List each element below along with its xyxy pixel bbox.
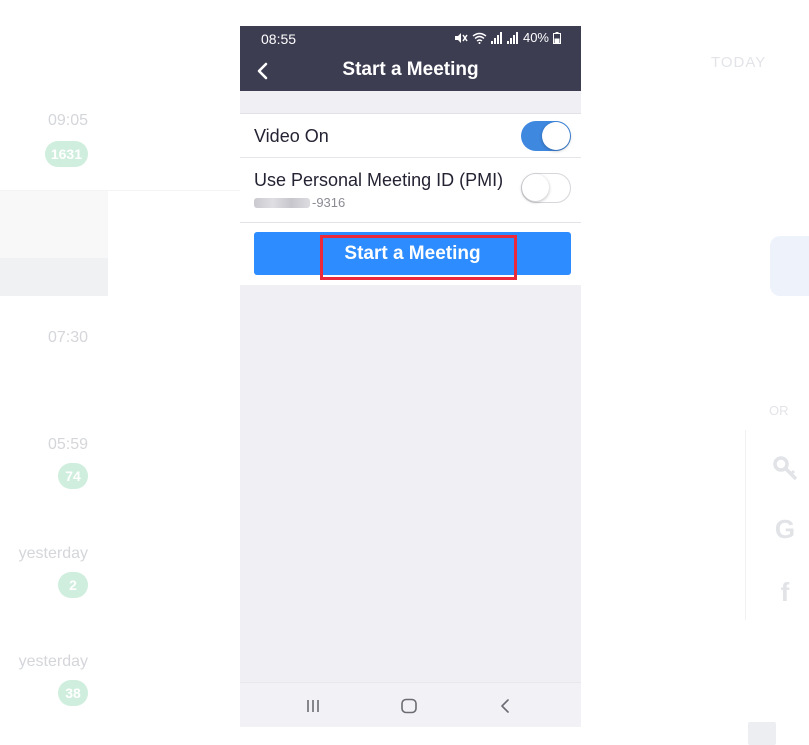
- signal-icon: [490, 31, 502, 44]
- nav-back-button[interactable]: [490, 691, 520, 721]
- recent-apps-button[interactable]: [298, 691, 328, 721]
- mute-icon: [454, 32, 468, 43]
- status-time: 08:55: [261, 31, 297, 47]
- video-on-row: Video On: [240, 114, 581, 158]
- today-label: TODAY: [711, 54, 767, 71]
- battery-icon: [553, 31, 561, 44]
- background-highlight-strip: [0, 258, 108, 296]
- page-title: Start a Meeting: [342, 59, 479, 80]
- background-right-panel: TODAY OR G f: [581, 0, 809, 745]
- toggle-knob: [542, 122, 570, 150]
- app-header: 08:55 40% Start a Meeting: [240, 26, 581, 91]
- chat-time: 05:59: [47, 436, 88, 453]
- android-nav-bar: [240, 682, 581, 727]
- start-meeting-label: Start a Meeting: [344, 243, 481, 264]
- recent-apps-icon: [307, 700, 319, 712]
- background-chat-list: 09:05 1631 07:30 05:59 74 yesterday 2 ye…: [0, 0, 240, 745]
- chat-unread-badge: 38: [58, 680, 88, 706]
- redacted-id: [254, 197, 310, 208]
- chat-unread-badge: 74: [58, 463, 88, 489]
- chat-time: 07:30: [47, 329, 88, 346]
- back-arrow-icon: [501, 699, 509, 713]
- battery-percent: 40%: [522, 30, 549, 45]
- chat-unread-badge: 2: [58, 572, 88, 598]
- signal-icon: [506, 31, 518, 44]
- or-label: OR: [769, 403, 789, 418]
- video-on-label: Video On: [254, 126, 329, 146]
- facebook-icon: f: [780, 577, 790, 607]
- start-meeting-section: Start a Meeting: [240, 223, 581, 285]
- chat-unread-badge: 1631: [44, 141, 88, 167]
- pmi-label: Use Personal Meeting ID (PMI): [254, 170, 504, 190]
- divider: [0, 190, 240, 191]
- google-icon: G: [774, 514, 796, 544]
- toggle-knob: [522, 174, 549, 201]
- meeting-settings: Video On Use Personal Meeting ID (PMI) -…: [240, 113, 581, 223]
- screen: 09:05 1631 07:30 05:59 74 yesterday 2 ye…: [0, 0, 809, 745]
- start-meeting-button[interactable]: Start a Meeting: [254, 232, 571, 275]
- key-icon: [771, 455, 799, 483]
- wifi-icon: [472, 32, 487, 44]
- home-button[interactable]: [394, 691, 424, 721]
- chat-time: yesterday: [18, 545, 88, 562]
- background-square: [748, 722, 776, 745]
- pmi-id-suffix: -9316: [312, 195, 346, 210]
- chat-time: 09:05: [47, 112, 88, 129]
- phone-screen: 08:55 40% Start a Meeting Video On Use P…: [240, 26, 581, 727]
- chat-time: yesterday: [18, 653, 88, 670]
- home-icon: [401, 698, 417, 714]
- pmi-toggle[interactable]: [521, 173, 571, 203]
- pmi-id: -9316: [254, 195, 345, 210]
- background-card: [770, 236, 809, 296]
- pmi-row: Use Personal Meeting ID (PMI) -9316: [240, 158, 581, 222]
- status-icons: 40%: [454, 30, 561, 45]
- video-on-toggle[interactable]: [521, 121, 571, 151]
